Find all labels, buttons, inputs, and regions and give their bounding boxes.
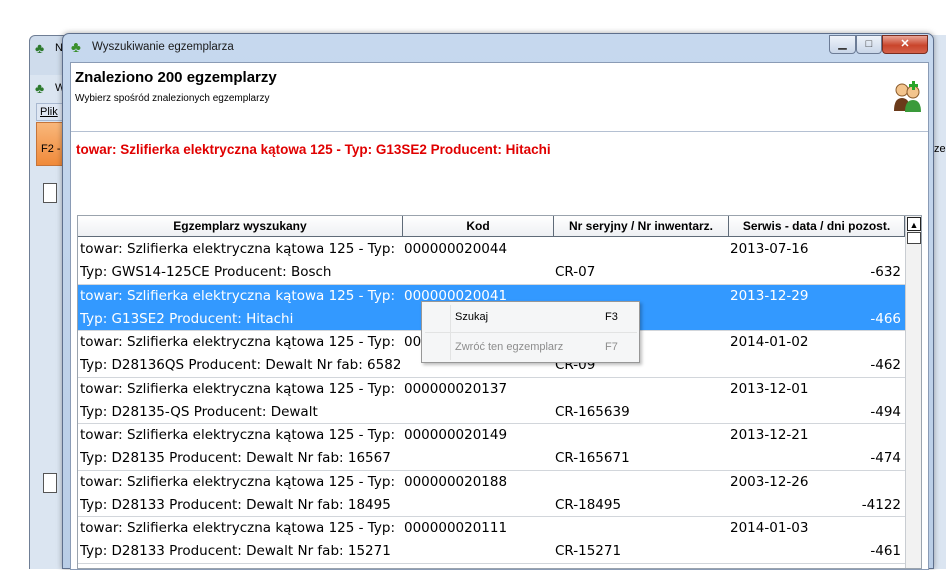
service-date: 2013-07-16 [730,241,809,257]
item-description: towar: Szlifierka elektryczna kątowa 125… [80,473,400,490]
minimize-button[interactable]: ▁ [829,35,856,54]
days-remaining: -632 [870,264,901,280]
days-remaining: -466 [870,310,901,327]
item-type: Typ: D28133 Producent: Dewalt Nr fab: 18… [80,496,391,513]
days-remaining: -4122 [861,496,901,513]
menu-item-shortcut: F3 [605,311,618,323]
results-grid[interactable]: Egzemplarz wyszukany Kod Nr seryjny / Nr i… [77,215,922,569]
service-date: 2003-12-26 [730,473,809,490]
item-serial: CR-165639 [555,403,630,420]
days-remaining: -474 [870,450,901,466]
context-menu-separator [425,332,637,333]
searched-product-line: towar: Szlifierka elektryczna kątowa 125… [76,142,551,157]
service-date: 2014-01-02 [730,334,809,350]
app-tree-icon: ♣ [35,80,45,96]
menu-item-label: Szukaj [455,311,489,323]
item-code: 000000020111 [404,520,508,536]
column-header[interactable]: Nr seryjny / Nr inwentarz. [554,216,729,237]
column-header[interactable]: Kod [403,216,554,237]
item-type: Typ: GWS14-125CE Producent: Bosch [80,264,332,280]
background-control[interactable] [43,473,57,493]
results-title: Znaleziono 200 egzemplarzy [75,69,277,86]
item-code: 000000020044 [404,241,508,257]
service-date: 2013-12-21 [730,427,809,443]
grid-header: Egzemplarz wyszukany Kod Nr seryjny / Nr i… [78,216,905,237]
item-description: towar: Szlifierka elektryczna kątowa 125… [80,334,400,350]
item-type: Typ: D28133 Producent: Dewalt Nr fab: 15… [80,543,391,559]
item-type: Typ: D28136QS Producent: Dewalt Nr fab: … [80,357,400,373]
menu-item-shortcut: F7 [605,341,618,353]
item-serial: CR-15271 [555,543,622,559]
column-header[interactable]: Serwis - data / dni pozost. [729,216,905,237]
scroll-thumb[interactable] [907,232,921,244]
background-control[interactable] [43,183,57,203]
service-date: 2013-12-29 [730,287,809,304]
table-row[interactable]: towar: Szlifierka elektryczna kątowa 125… [78,424,905,471]
close-button[interactable]: ✕ [882,35,928,54]
scroll-up-icon[interactable]: ▲ [907,217,921,231]
item-code: 000000020149 [404,427,508,443]
column-header[interactable]: Egzemplarz wyszukany [78,216,403,237]
table-row[interactable]: towar: Szlifierka elektryczna kątowa 125… [78,517,905,564]
menu-item-label: Zwróć ten egzemplarz [455,341,564,353]
table-row[interactable]: towar: Szlifierka elektryczna kątowa 125… [78,471,905,517]
dialog-title: Wyszukiwanie egzemplarza [92,41,234,53]
users-icon [894,81,921,112]
context-menu-item-zwroc[interactable]: Zwróć ten egzemplarz F7 [425,335,637,359]
f2-tab[interactable]: F2 - [36,122,64,166]
item-description: towar: Szlifierka elektryczna kątowa 125… [80,427,400,443]
table-row[interactable]: towar: Szlifierka elektryczna kątowa 125… [78,378,905,424]
results-subtitle: Wybierz spośród znalezionych egzemplarzy [75,93,270,104]
table-row[interactable]: towar: Szlifierka elektryczna kątowa 125… [78,238,905,285]
item-serial: CR-18495 [555,496,622,513]
app-tree-icon: ♣ [71,39,81,56]
maximize-button[interactable]: □ [856,35,882,54]
menu-plik[interactable]: Plik [36,103,64,121]
context-menu: Szukaj F3 Zwróć ten egzemplarz F7 [421,301,640,363]
item-serial: CR-07 [555,264,596,280]
item-type: Typ: D28135 Producent: Dewalt Nr fab: 16… [80,450,391,466]
item-type: Typ: G13SE2 Producent: Hitachi [80,310,294,327]
grid-rows: towar: Szlifierka elektryczna kątowa 125… [78,238,905,564]
days-remaining: -461 [870,543,901,559]
days-remaining: -462 [870,357,901,373]
item-description: towar: Szlifierka elektryczna kątowa 125… [80,520,400,536]
context-menu-item-szukaj[interactable]: Szukaj F3 [425,305,637,329]
app-tree-icon: ♣ [35,40,45,56]
item-description: towar: Szlifierka elektryczna kątowa 125… [80,287,400,304]
vertical-scrollbar[interactable]: ▲ [905,216,921,568]
item-code: 000000020137 [404,380,508,397]
service-date: 2014-01-03 [730,520,809,536]
dialog-header: Znaleziono 200 egzemplarzy Wybierz spośr… [71,63,928,132]
item-type: Typ: D28135-QS Producent: Dewalt [80,403,318,420]
service-date: 2013-12-01 [730,380,809,397]
background-right-label: ze [934,143,946,155]
days-remaining: -494 [870,403,901,420]
item-serial: CR-165671 [555,450,630,466]
item-description: towar: Szlifierka elektryczna kątowa 125… [80,380,400,397]
item-description: towar: Szlifierka elektryczna kątowa 125… [80,241,400,257]
item-code: 000000020188 [404,473,508,490]
